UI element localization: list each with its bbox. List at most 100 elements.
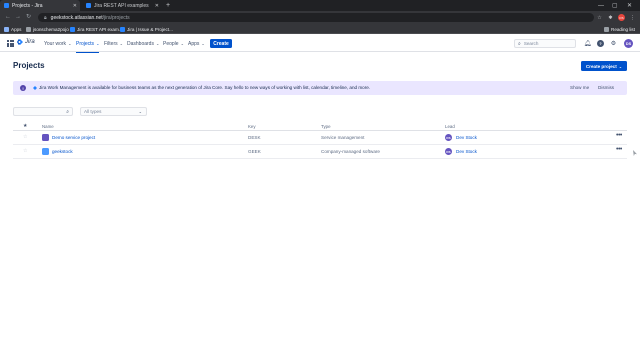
tab-title: Jira REST API examples <box>94 2 149 9</box>
chevron-down-icon: ⌄ <box>68 41 72 46</box>
close-window-icon[interactable]: ✕ <box>627 0 632 11</box>
search-icon: ⌕ <box>518 40 521 47</box>
jira-logo-icon <box>33 85 37 90</box>
project-key: DESK <box>248 135 261 140</box>
reading-list[interactable]: Reading list <box>604 25 635 33</box>
create-issue-button[interactable]: Create <box>210 39 232 48</box>
jira-logo-icon <box>17 39 23 45</box>
chevron-down-icon: ⌄ <box>138 109 142 114</box>
new-tab-button[interactable]: + <box>166 0 170 11</box>
address-bar[interactable]: 🔒︎ geekstock.atlassian.net /jira/project… <box>38 13 594 22</box>
jira-top-nav: Jira Your work ⌄ Projects ⌄ Filters ⌄ Dashb… <box>0 35 640 53</box>
chevron-down-icon: ⌄ <box>201 41 205 46</box>
browser-toolbar: ← → ↻ 🔒︎ geekstock.atlassian.net /jira/p… <box>0 11 640 24</box>
project-key: GEEK <box>248 149 261 154</box>
page-title: Projects <box>13 61 45 70</box>
column-header-type[interactable]: Type <box>321 124 331 129</box>
more-actions-icon[interactable]: ••• <box>616 132 622 139</box>
search-input[interactable]: ⌕ Search <box>514 39 576 48</box>
jira-work-management-banner: ! Jira Work Management is available for … <box>13 81 627 95</box>
column-header-name[interactable]: Name <box>42 124 54 129</box>
close-tab-icon[interactable]: ✕ <box>73 3 77 9</box>
nav-apps[interactable]: Apps ⌄ <box>188 39 205 48</box>
close-tab-icon[interactable]: ✕ <box>155 3 159 9</box>
table-row[interactable]: ☆ Demo service project DESK Service mana… <box>13 131 627 145</box>
chevron-down-icon: ⌄ <box>119 41 123 46</box>
minimize-window-icon[interactable]: — <box>598 0 604 11</box>
table-row[interactable]: ☆ geekstock GEEK Company-managed softwar… <box>13 145 627 159</box>
bookmark-jira-rest-api[interactable]: Jira REST API exam... <box>70 25 123 33</box>
dismiss-link[interactable]: Dismiss <box>598 85 614 90</box>
column-header-lead[interactable]: Lead <box>445 124 455 129</box>
project-name-link[interactable]: Demo service project <box>52 135 95 140</box>
tab-title: Projects - Jira <box>12 2 43 9</box>
project-avatar-icon <box>42 134 49 141</box>
globe-icon <box>26 26 31 32</box>
jira-logo[interactable]: Jira <box>17 39 35 45</box>
project-lead-link[interactable]: Dev Stock <box>456 149 477 154</box>
chevron-down-icon: ⌄ <box>155 41 160 46</box>
settings-gear-icon[interactable]: ⚙ <box>610 40 617 47</box>
create-project-button[interactable]: Create project ⌄ <box>581 61 627 71</box>
search-icon: ⌕ <box>66 109 69 115</box>
star-project-icon[interactable]: ☆ <box>23 148 27 154</box>
project-name-link[interactable]: geekstock <box>52 149 73 154</box>
browser-menu-icon[interactable]: ⋮ <box>629 14 636 21</box>
more-actions-icon[interactable]: ••• <box>616 146 622 153</box>
nav-dashboards[interactable]: Dashboards ⌄ <box>127 39 159 48</box>
help-icon[interactable]: ? <box>597 40 604 47</box>
lead-avatar: DS <box>445 134 452 141</box>
notifications-icon[interactable]: 🔔︎ <box>584 40 592 47</box>
browser-tab-jira-rest-api[interactable]: Jira REST API examples ✕ <box>82 0 162 11</box>
chevron-down-icon: ⌄ <box>96 41 100 46</box>
project-search-input[interactable]: ⌕ <box>13 107 73 116</box>
reading-list-icon <box>604 26 609 32</box>
bookmark-apps[interactable]: Apps <box>4 25 21 33</box>
mouse-cursor-icon <box>633 150 637 156</box>
back-icon[interactable]: ← <box>5 13 11 22</box>
chevron-down-icon: ⌄ <box>618 63 623 69</box>
forward-icon[interactable]: → <box>15 13 21 22</box>
browser-tab-strip: Projects - Jira ✕ Jira REST API examples… <box>0 0 640 11</box>
project-type-select[interactable]: All types ⌄ <box>80 107 147 116</box>
apps-grid-icon <box>4 26 9 32</box>
show-me-link[interactable]: Show me <box>570 85 589 90</box>
project-avatar-icon <box>42 148 49 155</box>
column-header-key[interactable]: Key <box>248 124 256 129</box>
jira-favicon-icon <box>4 3 9 8</box>
app-switcher-icon[interactable] <box>7 40 14 47</box>
url-path: /jira/projects <box>102 14 130 21</box>
nav-your-work[interactable]: Your work ⌄ <box>44 39 71 48</box>
info-icon: ! <box>20 85 26 91</box>
jira-icon <box>70 26 75 32</box>
search-placeholder: Search <box>523 41 539 46</box>
star-project-icon[interactable]: ☆ <box>23 134 27 140</box>
projects-table-header: ★ Name Key Type Lead <box>13 122 627 131</box>
lock-icon: 🔒︎ <box>44 14 47 21</box>
chevron-down-icon: ⌄ <box>180 41 184 46</box>
star-column-icon: ★ <box>23 123 28 129</box>
nav-projects[interactable]: Projects ⌄ <box>76 39 100 53</box>
browser-tab-projects[interactable]: Projects - Jira ✕ <box>0 0 80 11</box>
nav-filters[interactable]: Filters ⌄ <box>104 39 123 48</box>
jira-icon <box>120 26 125 32</box>
nav-people[interactable]: People ⌄ <box>163 39 184 48</box>
url-host: geekstock.atlassian.net <box>50 14 103 21</box>
project-lead-link[interactable]: Dev Stock <box>456 135 477 140</box>
product-name: Jira <box>25 39 35 45</box>
project-type: Service management <box>321 135 365 140</box>
project-type: Company-managed software <box>321 149 380 154</box>
reload-icon[interactable]: ↻ <box>26 13 31 22</box>
jira-favicon-icon <box>86 3 91 8</box>
bookmark-jsonschema2pojo[interactable]: jsonschema2pojo <box>26 25 69 33</box>
banner-message: Jira Work Management is available for bu… <box>39 85 371 90</box>
maximize-window-icon[interactable]: ▢ <box>612 0 618 11</box>
bookmark-jira-issue-project[interactable]: Jira | Issue & Project... <box>120 25 173 33</box>
lead-avatar: DS <box>445 148 452 155</box>
bookmark-star-icon[interactable]: ☆ <box>596 14 603 21</box>
type-select-placeholder: All types <box>84 109 102 114</box>
user-avatar[interactable]: DS <box>624 39 633 48</box>
extensions-icon[interactable]: ✱ <box>607 14 614 21</box>
bookmarks-bar: Apps jsonschema2pojo Jira REST API exam.… <box>0 24 640 34</box>
profile-avatar[interactable]: DS <box>618 14 625 21</box>
